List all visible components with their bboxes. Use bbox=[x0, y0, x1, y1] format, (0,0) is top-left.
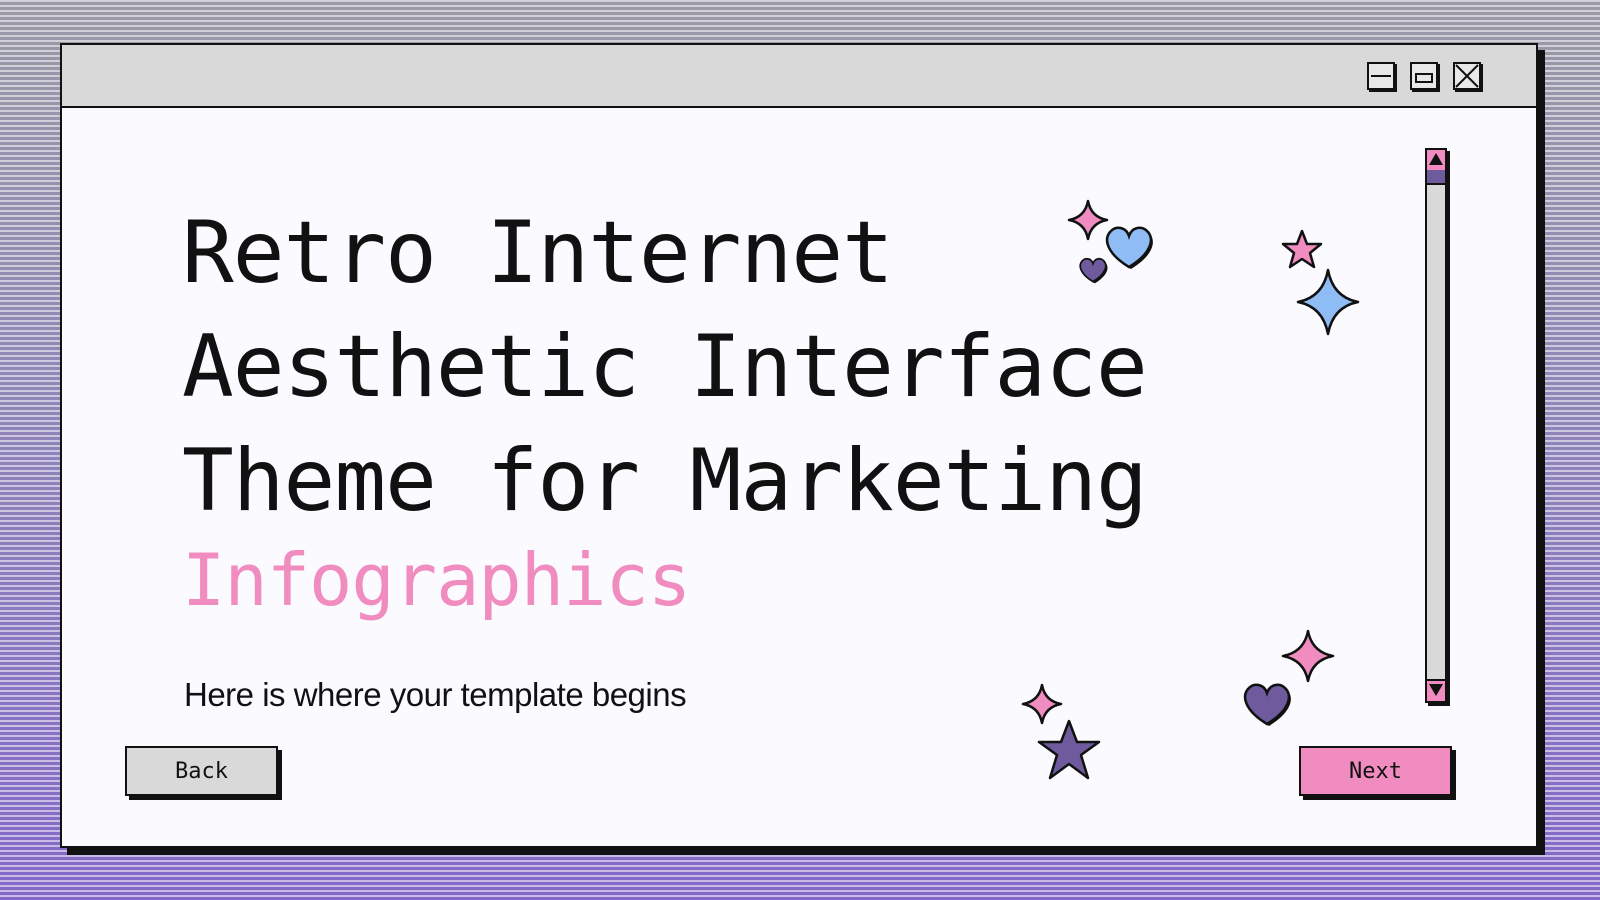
sparkle-icon bbox=[1296, 268, 1360, 336]
heart-icon bbox=[1243, 683, 1291, 726]
vertical-scrollbar[interactable] bbox=[1425, 148, 1447, 703]
scroll-thumb[interactable] bbox=[1427, 170, 1445, 185]
scroll-down-button[interactable] bbox=[1427, 679, 1445, 701]
heart-icon bbox=[1079, 257, 1108, 284]
slide-subtitle: Here is where your template begins bbox=[184, 676, 687, 713]
maximize-button[interactable] bbox=[1410, 62, 1438, 90]
back-button[interactable]: Back bbox=[125, 746, 278, 796]
app-window: Retro Internet Aesthetic Interface Theme… bbox=[60, 43, 1538, 848]
title-line-1: Retro Internet bbox=[182, 203, 894, 303]
triangle-down-icon bbox=[1429, 684, 1443, 696]
title-line-2: Aesthetic Interface bbox=[182, 317, 1148, 417]
sparkle-icon bbox=[1281, 629, 1335, 683]
maximize-icon bbox=[1415, 73, 1433, 83]
title-line-3: Theme for Marketing bbox=[182, 431, 1148, 531]
title-accent: Infographics bbox=[182, 538, 691, 622]
minimize-icon bbox=[1371, 75, 1391, 77]
next-button[interactable]: Next bbox=[1299, 746, 1452, 796]
close-button[interactable] bbox=[1453, 62, 1481, 90]
scroll-up-button[interactable] bbox=[1427, 150, 1445, 172]
star-icon bbox=[1037, 719, 1101, 780]
heart-icon bbox=[1105, 226, 1153, 269]
triangle-up-icon bbox=[1429, 153, 1443, 165]
window-content: Retro Internet Aesthetic Interface Theme… bbox=[62, 108, 1536, 846]
slide-title: Retro Internet Aesthetic Interface Theme… bbox=[182, 196, 1148, 622]
close-icon bbox=[1455, 64, 1479, 88]
title-bar bbox=[62, 45, 1536, 108]
minimize-button[interactable] bbox=[1367, 62, 1395, 90]
